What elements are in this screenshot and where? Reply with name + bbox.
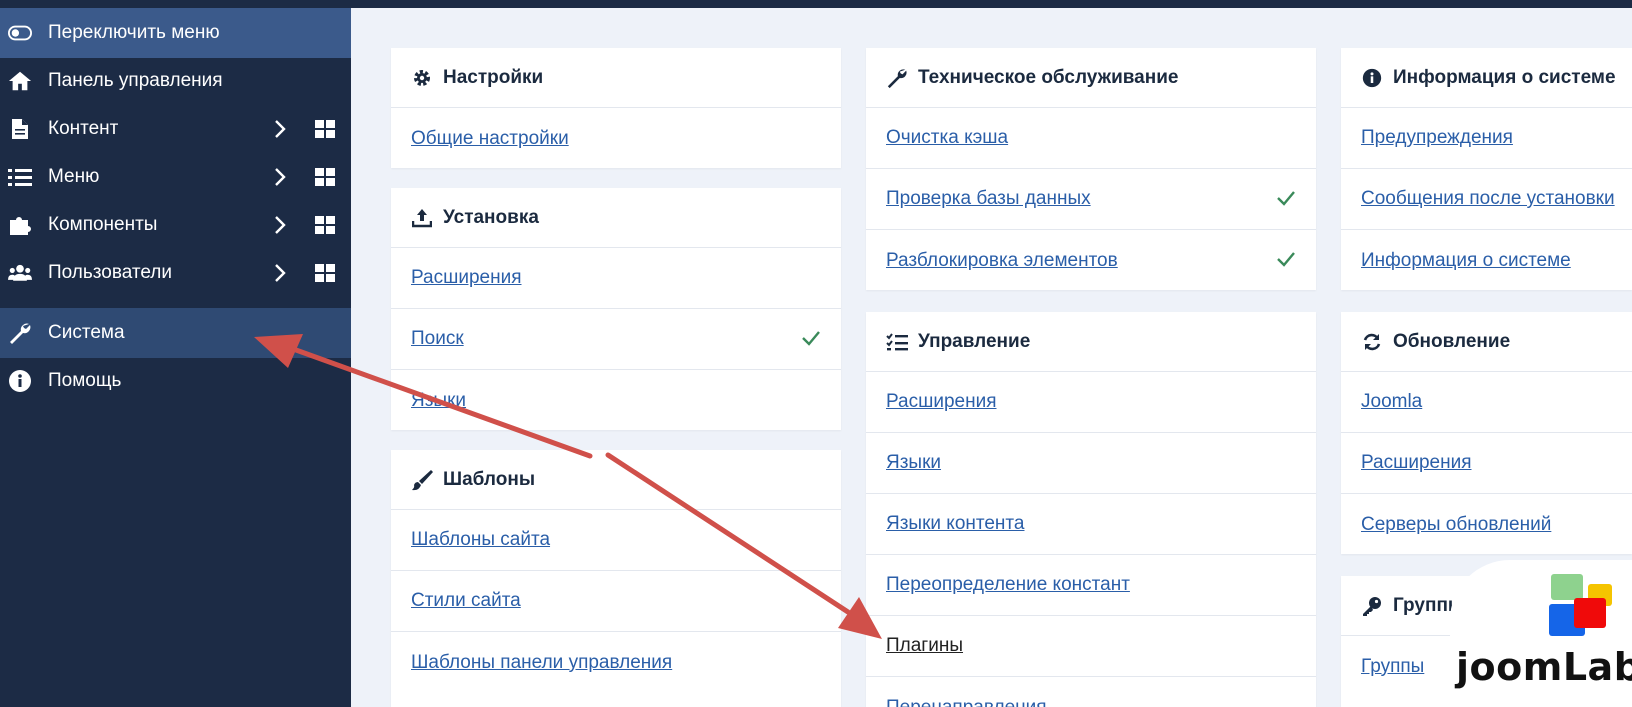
arrow-to-system-line — [293, 347, 593, 459]
annotation-arrows — [254, 334, 882, 639]
arrow-to-plugins-head — [838, 597, 882, 639]
watermark-logo-text: joomLab — [1456, 645, 1632, 689]
arrow-to-plugins-line — [605, 452, 851, 615]
logo-square-green — [1551, 574, 1583, 600]
logo-square-red — [1574, 598, 1606, 628]
